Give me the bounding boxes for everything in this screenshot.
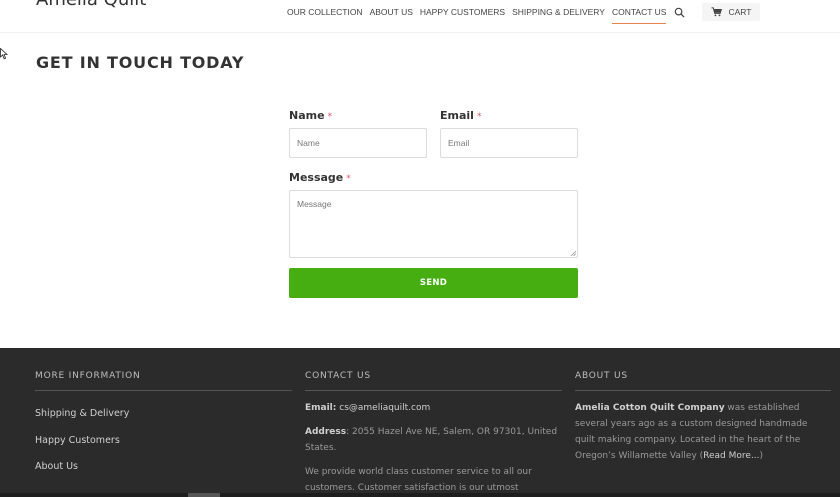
footer-address-label: Address — [305, 427, 347, 437]
name-label: Name * — [289, 109, 332, 122]
nav-shipping-delivery[interactable]: SHIPPING & DELIVERY — [512, 0, 605, 24]
required-marker: * — [476, 112, 482, 122]
name-input[interactable] — [289, 128, 427, 158]
resize-handle-icon[interactable] — [570, 250, 576, 256]
message-label: Message * — [289, 171, 351, 184]
footer-heading-contact: CONTACT US — [305, 371, 371, 381]
required-marker: * — [327, 112, 333, 122]
footer-email-link[interactable]: cs@ameliaquilt.com — [339, 403, 430, 413]
cart-button[interactable]: CART — [702, 3, 761, 21]
footer-link-happy-customers[interactable]: Happy Customers — [35, 435, 120, 446]
read-more-link[interactable]: Read More... — [703, 451, 759, 461]
footer-about-paren: ) — [759, 451, 764, 461]
footer-heading-about: ABOUT US — [575, 371, 628, 381]
nav-about-us[interactable]: ABOUT US — [370, 0, 413, 24]
name-label-text: Name — [289, 109, 325, 122]
site-logo[interactable]: Amelia Quilt — [36, 0, 146, 10]
footer-heading-more-info: MORE INFORMATION — [35, 371, 141, 381]
footer-service-text: We provide world class customer service … — [305, 467, 532, 493]
send-button[interactable]: SEND — [289, 268, 578, 298]
nav-happy-customers[interactable]: HAPPY CUSTOMERS — [420, 0, 505, 24]
footer-company-name: Amelia Cotton Quilt Company — [575, 403, 725, 413]
email-label: Email * — [440, 109, 481, 122]
email-input[interactable] — [440, 128, 578, 158]
search-icon[interactable] — [674, 7, 685, 18]
page-title: GET IN TOUCH TODAY — [36, 53, 245, 72]
cart-label: CART — [728, 7, 752, 17]
footer-address: Address: 2055 Hazel Ave NE, Salem, OR 97… — [305, 424, 560, 456]
site-header: Amelia Quilt OUR COLLECTION ABOUT US HAP… — [0, 0, 840, 33]
footer-divider — [305, 390, 562, 391]
main-nav: OUR COLLECTION ABOUT US HAPPY CUSTOMERS … — [287, 0, 761, 24]
nav-our-collection[interactable]: OUR COLLECTION — [287, 0, 363, 24]
nav-contact-us[interactable]: CONTACT US — [611, 0, 667, 24]
message-label-text: Message — [289, 171, 344, 184]
footer-about-text: Amelia Cotton Quilt Company was establis… — [575, 400, 827, 464]
message-textarea[interactable] — [289, 190, 578, 258]
horizontal-scrollbar[interactable] — [0, 493, 840, 497]
footer-link-about-us[interactable]: About Us — [35, 461, 78, 472]
footer-divider — [575, 390, 831, 391]
email-label-text: Email — [440, 109, 474, 122]
footer-email-label: Email: — [305, 403, 337, 413]
required-marker: * — [346, 174, 351, 184]
footer-divider — [35, 390, 292, 391]
mouse-cursor-icon — [0, 48, 8, 60]
footer-email: Email: cs@ameliaquilt.com — [305, 400, 560, 416]
cart-icon — [711, 7, 723, 17]
scrollbar-thumb[interactable] — [188, 493, 220, 497]
footer-link-shipping[interactable]: Shipping & Delivery — [35, 408, 129, 419]
site-footer: MORE INFORMATION Shipping & Delivery Hap… — [0, 348, 840, 497]
